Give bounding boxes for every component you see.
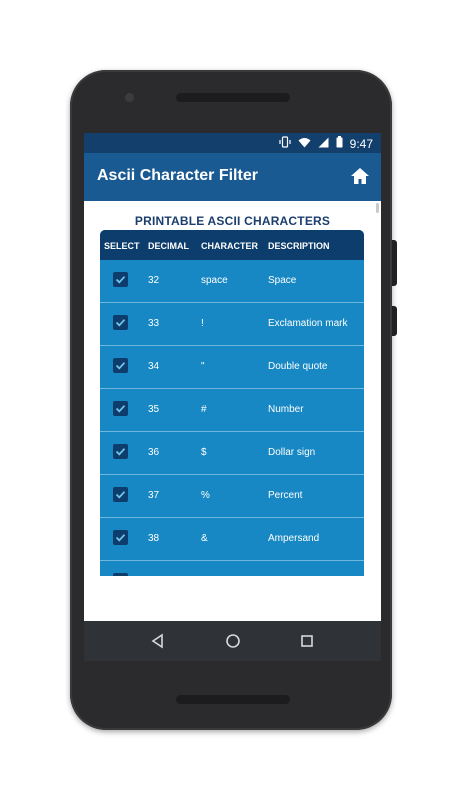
column-header-select: SELECT bbox=[104, 241, 140, 251]
back-button[interactable] bbox=[149, 632, 167, 650]
power-button[interactable] bbox=[392, 306, 397, 336]
app-bar: Ascii Character Filter bbox=[84, 153, 381, 201]
character-cell: " bbox=[201, 361, 205, 372]
table-row[interactable]: 34 " Double quote bbox=[100, 346, 364, 389]
character-cell: $ bbox=[201, 447, 207, 458]
back-icon bbox=[151, 633, 163, 649]
recents-button[interactable] bbox=[298, 632, 316, 650]
home-nav-button[interactable] bbox=[224, 632, 242, 650]
checkmark-icon bbox=[115, 448, 126, 456]
table-row[interactable]: 38 & Ampersand bbox=[100, 518, 364, 561]
vibrate-icon bbox=[279, 136, 291, 151]
select-checkbox[interactable] bbox=[113, 530, 128, 545]
checkmark-icon bbox=[115, 491, 126, 499]
checkmark-icon bbox=[115, 362, 126, 370]
content-area[interactable]: PRINTABLE ASCII CHARACTERS SELECT DECIMA… bbox=[84, 201, 381, 621]
clock-time: 9:47 bbox=[349, 136, 373, 151]
section-title: PRINTABLE ASCII CHARACTERS bbox=[134, 214, 331, 228]
decimal-cell: 38 bbox=[148, 533, 160, 544]
decimal-cell: 32 bbox=[148, 275, 160, 286]
recents-icon bbox=[301, 635, 313, 647]
description-cell: Double quote bbox=[268, 361, 328, 372]
wifi-icon bbox=[298, 137, 311, 151]
navigation-bar bbox=[84, 621, 381, 661]
speaker-grille-bottom bbox=[176, 695, 290, 704]
checkmark-icon bbox=[115, 276, 126, 284]
home-circle-icon bbox=[226, 634, 240, 648]
home-button[interactable] bbox=[349, 165, 371, 187]
checkmark-icon bbox=[115, 534, 126, 542]
checkmark-icon bbox=[115, 405, 126, 413]
signal-icon bbox=[318, 137, 329, 151]
description-cell: Ampersand bbox=[268, 533, 320, 544]
checkmark-icon bbox=[115, 319, 126, 327]
volume-button[interactable] bbox=[392, 240, 397, 286]
select-checkbox[interactable] bbox=[113, 444, 128, 459]
column-header-character: CHARACTER bbox=[201, 241, 258, 251]
description-cell: Number bbox=[268, 404, 304, 415]
table-row[interactable]: 32 space Space bbox=[100, 260, 364, 303]
character-cell: % bbox=[201, 490, 210, 501]
character-cell: ! bbox=[201, 318, 204, 329]
decimal-cell: 36 bbox=[148, 447, 160, 458]
table-row[interactable]: 37 % Percent bbox=[100, 475, 364, 518]
decimal-cell: 37 bbox=[148, 490, 160, 501]
column-header-decimal: DECIMAL bbox=[148, 241, 189, 251]
select-checkbox[interactable] bbox=[113, 487, 128, 502]
decimal-cell: 33 bbox=[148, 318, 160, 329]
description-cell: Dollar sign bbox=[268, 447, 316, 458]
select-checkbox[interactable] bbox=[113, 315, 128, 330]
table-row[interactable]: 36 $ Dollar sign bbox=[100, 432, 364, 475]
decimal-cell: 35 bbox=[148, 404, 160, 415]
table-row[interactable]: 33 ! Exclamation mark bbox=[100, 303, 364, 346]
camera-icon bbox=[125, 93, 134, 102]
app-title: Ascii Character Filter bbox=[97, 167, 258, 184]
home-icon bbox=[351, 168, 369, 184]
scroll-indicator bbox=[376, 203, 379, 213]
character-cell: space bbox=[201, 275, 228, 286]
speaker-grille-top bbox=[176, 93, 290, 102]
column-header-description: DESCRIPTION bbox=[268, 241, 330, 251]
table-row-partial[interactable] bbox=[100, 561, 364, 576]
screen: 9:47 Ascii Character Filter PRINTABLE AS… bbox=[84, 133, 381, 661]
character-cell: # bbox=[201, 404, 207, 415]
character-cell: & bbox=[201, 533, 208, 544]
decimal-cell: 34 bbox=[148, 361, 160, 372]
table-header: SELECT DECIMAL CHARACTER DESCRIPTION bbox=[100, 230, 364, 260]
description-cell: Percent bbox=[268, 490, 303, 501]
select-checkbox[interactable] bbox=[113, 272, 128, 287]
battery-icon bbox=[336, 136, 343, 151]
select-checkbox[interactable] bbox=[113, 573, 128, 576]
ascii-table[interactable]: SELECT DECIMAL CHARACTER DESCRIPTION 32 … bbox=[100, 230, 364, 576]
description-cell: Exclamation mark bbox=[268, 318, 348, 329]
select-checkbox[interactable] bbox=[113, 358, 128, 373]
table-row[interactable]: 35 # Number bbox=[100, 389, 364, 432]
status-bar: 9:47 bbox=[84, 133, 381, 153]
description-cell: Space bbox=[268, 275, 297, 286]
select-checkbox[interactable] bbox=[113, 401, 128, 416]
